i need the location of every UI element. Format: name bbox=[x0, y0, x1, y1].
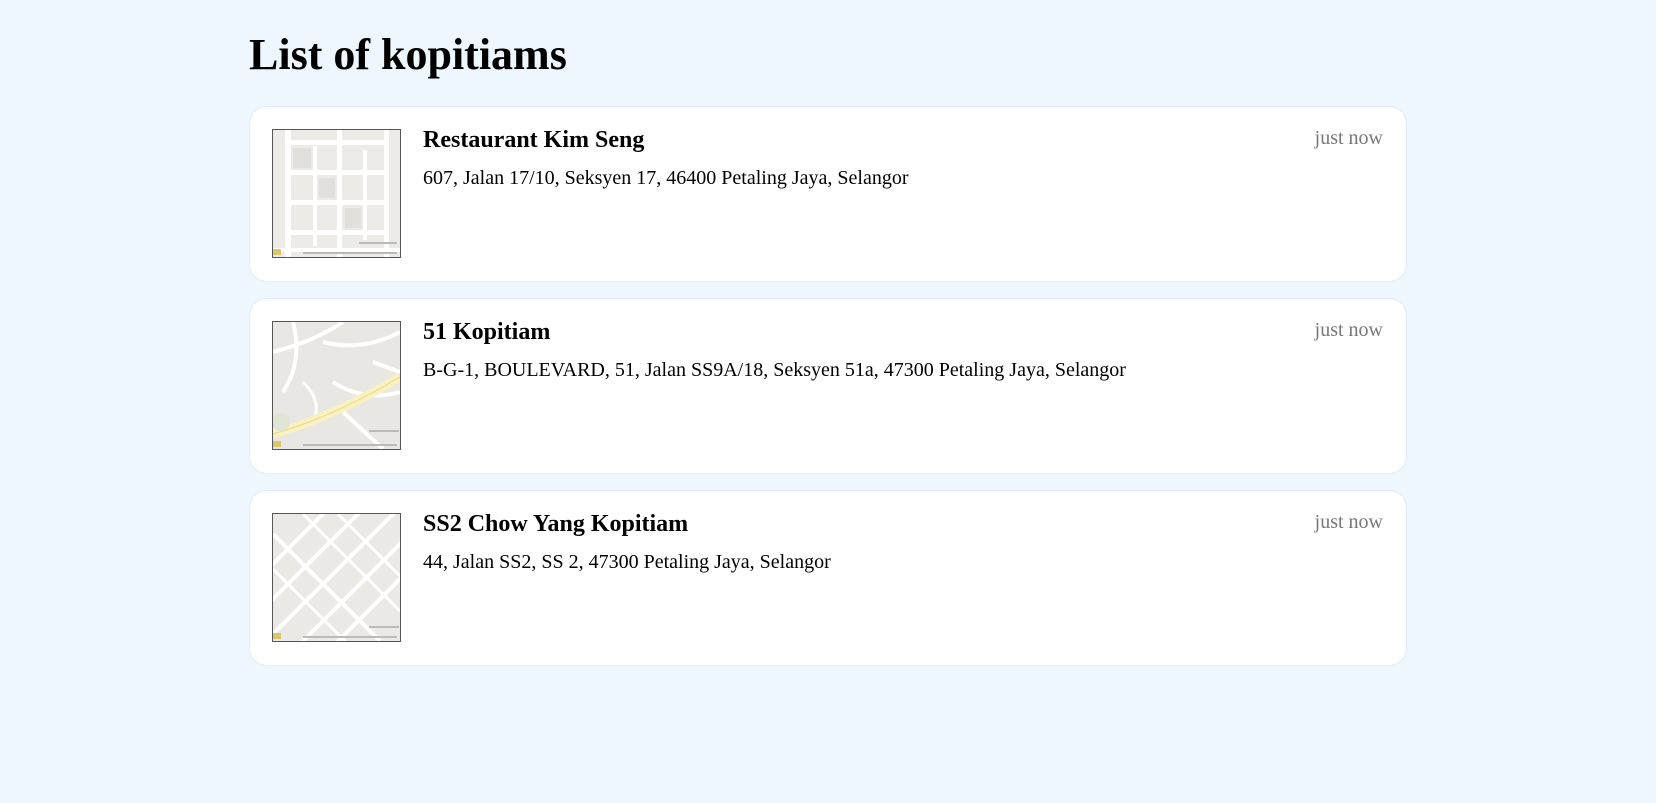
map-thumbnail[interactable] bbox=[272, 513, 401, 642]
kopitiam-name[interactable]: 51 Kopitiam bbox=[423, 317, 550, 347]
kopitiam-address: 44, Jalan SS2, SS 2, 47300 Petaling Jaya… bbox=[423, 551, 831, 573]
map-thumbnail-image bbox=[273, 514, 400, 641]
page-title: List of kopitiams bbox=[249, 30, 567, 79]
list-item-kopitiam[interactable]: SS2 Chow Yang Kopitiam 44, Jalan SS2, SS… bbox=[249, 490, 1407, 666]
map-thumbnail-image bbox=[273, 130, 400, 257]
page: List of kopitiams Restaurant Kim Seng 60… bbox=[249, 0, 1407, 666]
map-thumbnail[interactable] bbox=[272, 321, 401, 450]
timestamp: just now bbox=[1314, 511, 1383, 533]
kopitiam-name[interactable]: Restaurant Kim Seng bbox=[423, 125, 644, 155]
timestamp: just now bbox=[1314, 127, 1383, 149]
list-item-kopitiam[interactable]: Restaurant Kim Seng 607, Jalan 17/10, Se… bbox=[249, 106, 1407, 282]
map-thumbnail[interactable] bbox=[272, 129, 401, 258]
timestamp: just now bbox=[1314, 319, 1383, 341]
list-item-kopitiam[interactable]: 51 Kopitiam B-G-1, BOULEVARD, 51, Jalan … bbox=[249, 298, 1407, 474]
map-thumbnail-image bbox=[273, 322, 400, 449]
kopitiam-address: 607, Jalan 17/10, Seksyen 17, 46400 Peta… bbox=[423, 167, 909, 189]
kopitiam-name[interactable]: SS2 Chow Yang Kopitiam bbox=[423, 509, 688, 539]
kopitiam-address: B-G-1, BOULEVARD, 51, Jalan SS9A/18, Sek… bbox=[423, 359, 1126, 381]
kopitiam-list: Restaurant Kim Seng 607, Jalan 17/10, Se… bbox=[249, 106, 1407, 666]
